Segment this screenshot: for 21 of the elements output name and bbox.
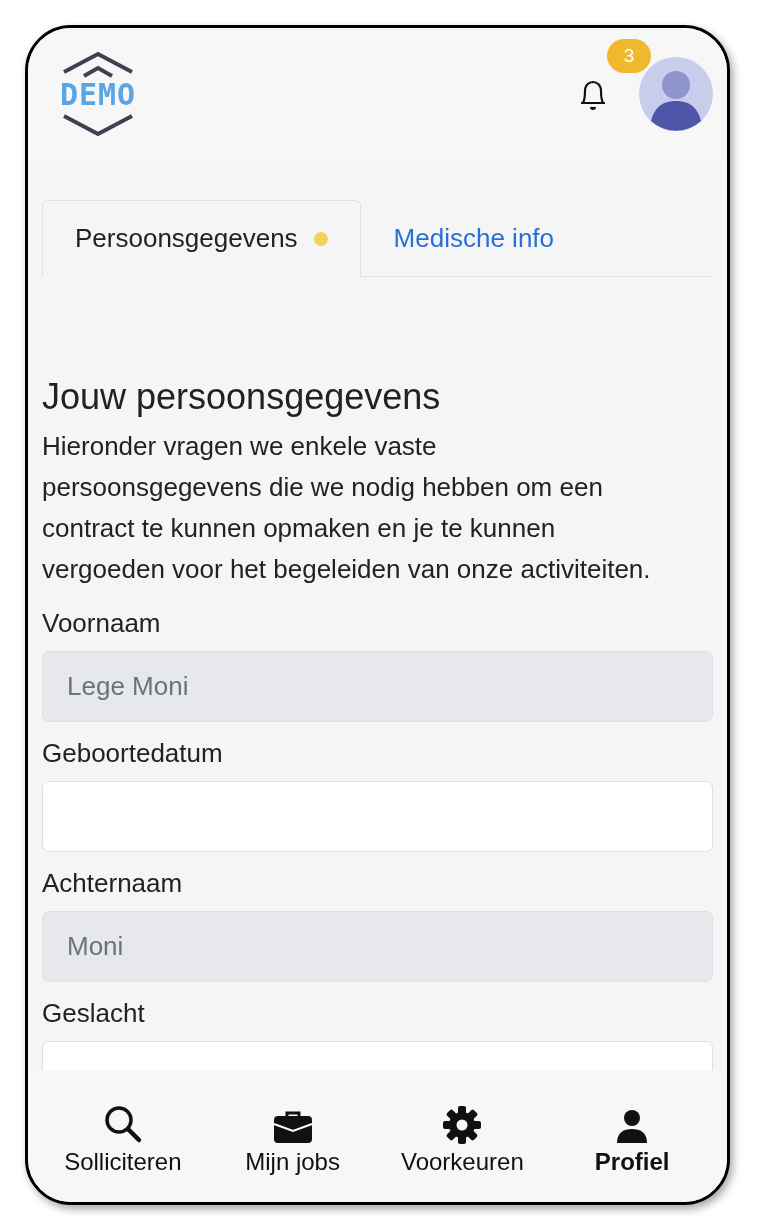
field-label: Geslacht xyxy=(42,998,146,1030)
tab[interactable]: Persoonsgegevens xyxy=(42,200,361,277)
input-field[interactable] xyxy=(42,781,713,853)
search-icon xyxy=(102,1104,143,1144)
nav-item[interactable]: Mijn jobs xyxy=(207,1070,378,1176)
field-label: Voornaam xyxy=(42,608,162,640)
field-label: Geboortedatum xyxy=(42,738,224,770)
section-title: Jouw persoonsgegevens xyxy=(42,375,442,419)
avatar[interactable] xyxy=(639,57,713,131)
nav-item[interactable]: Profiel xyxy=(547,1070,717,1176)
logo-text: DEMO xyxy=(59,80,137,110)
tab[interactable]: Medische info xyxy=(360,200,588,277)
gear-icon xyxy=(443,1106,482,1144)
nav-item[interactable]: Voorkeuren xyxy=(377,1070,548,1176)
bell-icon[interactable] xyxy=(579,79,607,111)
nav-item[interactable]: Solliciteren xyxy=(38,1070,208,1176)
notification-badge: 3 xyxy=(607,39,651,73)
briefcase-icon xyxy=(272,1110,313,1144)
field-label: Achternaam xyxy=(42,868,184,900)
intro-text: Hieronder vragen we enkele vaste persoonsgegevens die we nodig hebben om een contract te kunnen opmaken en je te kunnen vergoeden voor het begeleiden van onze activiteiten. xyxy=(42,430,652,587)
person-icon xyxy=(616,1110,649,1144)
